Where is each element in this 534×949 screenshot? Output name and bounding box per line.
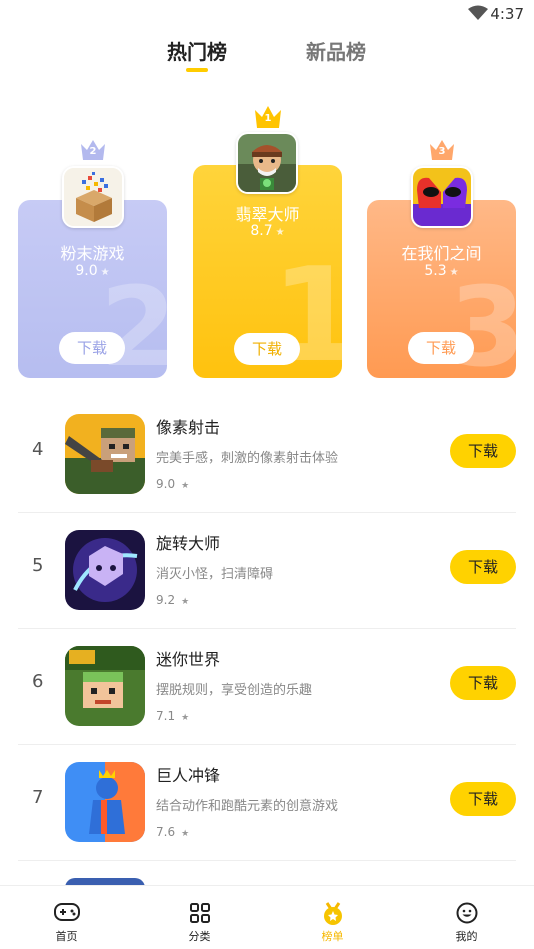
app-icon-jade-master[interactable] [236, 132, 298, 194]
status-bar: 4:37 [0, 0, 534, 28]
medal-icon [321, 902, 345, 930]
app-description: 结合动作和跑酷元素的创意游戏 [156, 799, 339, 814]
podium-rating: 5.3 ★ [367, 263, 516, 279]
list-rank: 6 [32, 671, 44, 692]
list-rank: 4 [32, 439, 44, 460]
status-time: 4:37 [490, 5, 524, 23]
star-icon: ★ [100, 267, 110, 278]
star-icon: ★ [181, 481, 190, 491]
app-title: 巨人冲锋 [156, 766, 221, 785]
nav-home[interactable]: 首页 [0, 886, 133, 949]
app-score: 7.1 ★ [156, 709, 189, 723]
nav-mine[interactable]: 我的 [400, 886, 533, 949]
star-icon: ★ [181, 597, 190, 607]
list-item[interactable]: 6 迷你世界 摆脱规则，享受创造的乐趣 7.1 ★ 下载 [18, 629, 516, 745]
podium-name: 在我们之间 [401, 244, 482, 263]
podium-rating: 9.0 ★ [18, 263, 167, 279]
download-button[interactable]: 下载 [59, 332, 125, 364]
podium-rating-value: 9.0 [75, 263, 98, 279]
app-score: 9.0 ★ [156, 477, 189, 491]
app-score-value: 7.1 [156, 709, 176, 723]
app-title: 像素射击 [156, 418, 221, 437]
app-score-value: 9.0 [156, 477, 176, 491]
podium-name: 粉末游戏 [60, 244, 125, 263]
star-icon: ★ [275, 227, 285, 238]
app-icon-among-us[interactable] [411, 166, 473, 228]
nav-category[interactable]: 分类 [133, 886, 266, 949]
podium-card-rank-1[interactable]: 1 翡翠大师 8.7 ★ 下载 [193, 165, 342, 378]
gamepad-icon [53, 902, 80, 926]
nav-label: 首页 [55, 930, 78, 943]
ranking-tabs: 热门榜 新品榜 [0, 36, 534, 76]
list-item[interactable]: 7 巨人冲锋 结合动作和跑酷元素的创意游戏 7.6 ★ 下载 [18, 745, 516, 861]
app-icon-pixel-gun[interactable] [65, 414, 145, 494]
crown-rank: 2 [89, 146, 97, 157]
crown-rank: 3 [438, 146, 446, 157]
crown-icon: 1 [253, 104, 283, 130]
app-icon-powder-game[interactable] [62, 166, 124, 228]
app-icon-spin-master[interactable] [65, 530, 145, 610]
nav-label: 我的 [455, 930, 478, 943]
wifi-icon [468, 5, 488, 25]
nav-ranking[interactable]: 榜单 [266, 886, 399, 949]
nav-label: 分类 [188, 930, 211, 943]
app-score: 9.2 ★ [156, 593, 189, 607]
download-button[interactable]: 下载 [450, 782, 516, 816]
crown-icon: 3 [428, 138, 456, 162]
nav-label: 榜单 [321, 930, 344, 943]
crown-icon: 2 [79, 138, 107, 162]
podium-rating: 8.7 ★ [193, 223, 342, 239]
list-rank: 5 [32, 555, 44, 576]
star-icon: ★ [181, 713, 190, 723]
app-description: 完美手感，刺激的像素射击体验 [156, 451, 339, 466]
download-button[interactable]: 下载 [450, 550, 516, 584]
tab-hot[interactable]: 热门榜 [167, 36, 227, 65]
active-tab-indicator [186, 68, 208, 72]
smiley-icon [456, 902, 478, 928]
bottom-navigation: 首页 分类 榜单 我的 [0, 885, 534, 949]
app-icon-giant-rush[interactable] [65, 762, 145, 842]
list-item[interactable]: 4 像素射击 完美手感，刺激的像素射击体验 9.0 ★ 下载 [18, 397, 516, 513]
grid-icon [189, 902, 211, 928]
app-score: 7.6 ★ [156, 825, 189, 839]
podium-rating-value: 5.3 [424, 263, 447, 279]
podium-rating-value: 8.7 [250, 223, 273, 239]
app-icon-mini-world[interactable] [65, 646, 145, 726]
tab-new[interactable]: 新品榜 [306, 36, 366, 65]
app-score-value: 9.2 [156, 593, 176, 607]
list-rank: 7 [32, 787, 44, 808]
app-title: 迷你世界 [156, 650, 221, 669]
download-button[interactable]: 下载 [450, 434, 516, 468]
app-description: 摆脱规则，享受创造的乐趣 [156, 683, 313, 698]
app-description: 消灭小怪，扫清障碍 [156, 567, 274, 582]
podium-name: 翡翠大师 [235, 205, 300, 224]
crown-rank: 1 [264, 113, 272, 124]
list-item[interactable]: 5 旋转大师 消灭小怪，扫清障碍 9.2 ★ 下载 [18, 513, 516, 629]
star-icon: ★ [181, 829, 190, 839]
star-icon: ★ [449, 267, 459, 278]
app-title: 旋转大师 [156, 534, 221, 553]
download-button[interactable]: 下载 [234, 333, 300, 365]
download-button[interactable]: 下载 [408, 332, 474, 364]
download-button[interactable]: 下载 [450, 666, 516, 700]
app-score-value: 7.6 [156, 825, 176, 839]
